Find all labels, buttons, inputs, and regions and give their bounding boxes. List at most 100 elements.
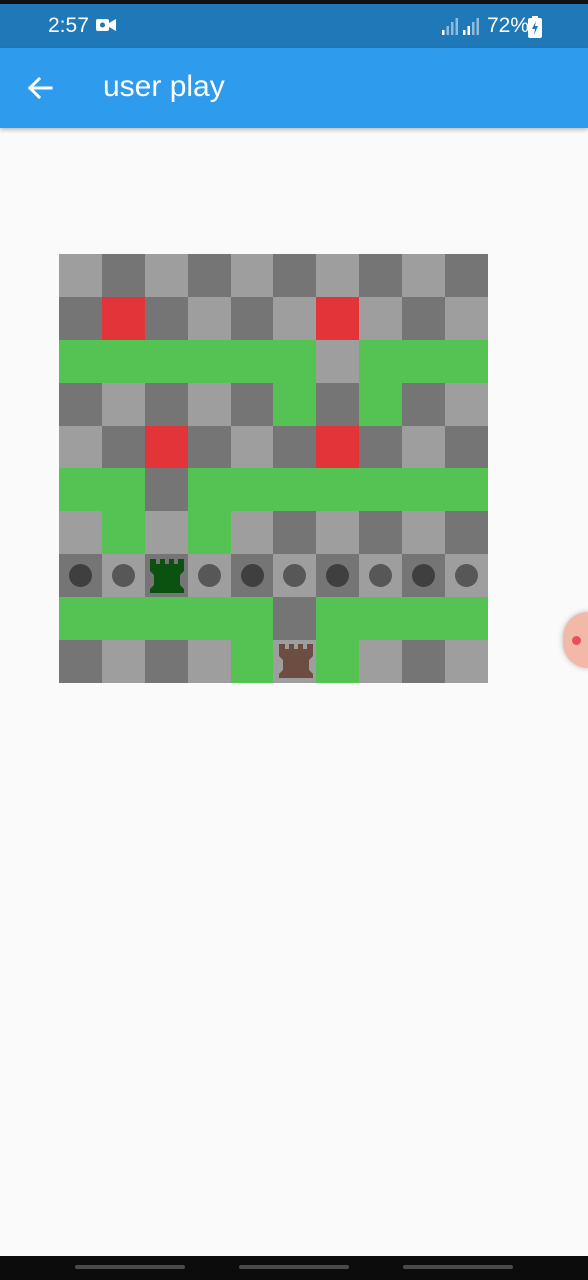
move-hint-dot[interactable] bbox=[111, 564, 135, 588]
board-cell[interactable] bbox=[101, 468, 145, 512]
board-cell[interactable] bbox=[187, 382, 231, 426]
green-rook-piece-icon[interactable] bbox=[147, 558, 185, 594]
board-cell[interactable] bbox=[230, 254, 274, 297]
back-button[interactable] bbox=[20, 68, 60, 108]
board-cell[interactable] bbox=[273, 296, 317, 340]
board-cell[interactable] bbox=[402, 468, 446, 512]
floating-bubble-button[interactable] bbox=[563, 612, 588, 668]
board-cell[interactable] bbox=[187, 425, 231, 469]
board-cell[interactable] bbox=[230, 597, 274, 641]
board-cell[interactable] bbox=[316, 296, 360, 340]
board-cell[interactable] bbox=[359, 468, 403, 512]
board-cell[interactable] bbox=[187, 468, 231, 512]
move-hint-dot[interactable] bbox=[326, 564, 350, 588]
board-cell[interactable] bbox=[359, 382, 403, 426]
board-cell[interactable] bbox=[445, 554, 488, 598]
board-cell[interactable] bbox=[230, 382, 274, 426]
board-cell[interactable] bbox=[359, 254, 403, 297]
board-cell[interactable] bbox=[445, 382, 488, 426]
board-cell[interactable] bbox=[59, 511, 102, 555]
board-cell[interactable] bbox=[402, 640, 446, 683]
board-cell[interactable] bbox=[316, 339, 360, 383]
board-cell[interactable] bbox=[230, 468, 274, 512]
board-cell[interactable] bbox=[101, 597, 145, 641]
board-cell[interactable] bbox=[230, 296, 274, 340]
board-cell[interactable] bbox=[316, 254, 360, 297]
board-cell[interactable] bbox=[144, 254, 188, 297]
board-cell[interactable] bbox=[187, 296, 231, 340]
board-cell[interactable] bbox=[273, 339, 317, 383]
move-hint-dot[interactable] bbox=[240, 564, 264, 588]
board-cell[interactable] bbox=[359, 511, 403, 555]
board-cell[interactable] bbox=[273, 554, 317, 598]
board-cell[interactable] bbox=[144, 425, 188, 469]
board-cell[interactable] bbox=[101, 640, 145, 683]
move-hint-dot[interactable] bbox=[68, 564, 92, 588]
board-cell[interactable] bbox=[101, 382, 145, 426]
board-cell[interactable] bbox=[230, 554, 274, 598]
board-cell[interactable] bbox=[402, 382, 446, 426]
board-cell[interactable] bbox=[144, 597, 188, 641]
board-cell[interactable] bbox=[230, 425, 274, 469]
board-cell[interactable] bbox=[316, 554, 360, 598]
board-cell[interactable] bbox=[230, 640, 274, 683]
board-cell[interactable] bbox=[144, 554, 188, 598]
board-cell[interactable] bbox=[359, 425, 403, 469]
board-cell[interactable] bbox=[359, 597, 403, 641]
board-cell[interactable] bbox=[359, 296, 403, 340]
nav-home-button[interactable] bbox=[239, 1265, 349, 1269]
board-cell[interactable] bbox=[144, 511, 188, 555]
board-cell[interactable] bbox=[59, 554, 102, 598]
board-cell[interactable] bbox=[59, 468, 102, 512]
board-cell[interactable] bbox=[187, 597, 231, 641]
nav-recents-button[interactable] bbox=[75, 1265, 185, 1269]
board-cell[interactable] bbox=[187, 254, 231, 297]
board-cell[interactable] bbox=[144, 339, 188, 383]
board-cell[interactable] bbox=[59, 339, 102, 383]
board-cell[interactable] bbox=[445, 425, 488, 469]
move-hint-dot[interactable] bbox=[283, 564, 307, 588]
move-hint-dot[interactable] bbox=[454, 564, 478, 588]
board-cell[interactable] bbox=[101, 511, 145, 555]
board-cell[interactable] bbox=[359, 554, 403, 598]
move-hint-dot[interactable] bbox=[369, 564, 393, 588]
board-cell[interactable] bbox=[59, 296, 102, 340]
board-cell[interactable] bbox=[445, 254, 488, 297]
board-cell[interactable] bbox=[59, 425, 102, 469]
board-cell[interactable] bbox=[101, 425, 145, 469]
board-cell[interactable] bbox=[402, 339, 446, 383]
board-cell[interactable] bbox=[273, 254, 317, 297]
move-hint-dot[interactable] bbox=[197, 564, 221, 588]
board-cell[interactable] bbox=[402, 296, 446, 340]
board-cell[interactable] bbox=[273, 597, 317, 641]
move-hint-dot[interactable] bbox=[412, 564, 436, 588]
board-cell[interactable] bbox=[445, 468, 488, 512]
board-cell[interactable] bbox=[101, 339, 145, 383]
board-cell[interactable] bbox=[187, 554, 231, 598]
board-cell[interactable] bbox=[273, 468, 317, 512]
board-cell[interactable] bbox=[144, 468, 188, 512]
board-cell[interactable] bbox=[187, 511, 231, 555]
board-cell[interactable] bbox=[316, 511, 360, 555]
board-cell[interactable] bbox=[445, 296, 488, 340]
board-cell[interactable] bbox=[144, 640, 188, 683]
board-cell[interactable] bbox=[316, 425, 360, 469]
board-cell[interactable] bbox=[445, 640, 488, 683]
board-cell[interactable] bbox=[230, 511, 274, 555]
board-cell[interactable] bbox=[402, 554, 446, 598]
board-cell[interactable] bbox=[273, 640, 317, 683]
board-cell[interactable] bbox=[59, 597, 102, 641]
board-cell[interactable] bbox=[101, 254, 145, 297]
board-cell[interactable] bbox=[273, 511, 317, 555]
board-cell[interactable] bbox=[273, 425, 317, 469]
board-cell[interactable] bbox=[144, 296, 188, 340]
board-cell[interactable] bbox=[445, 339, 488, 383]
board-cell[interactable] bbox=[59, 640, 102, 683]
board-cell[interactable] bbox=[144, 382, 188, 426]
board-cell[interactable] bbox=[59, 254, 102, 297]
board-cell[interactable] bbox=[402, 254, 446, 297]
board-cell[interactable] bbox=[59, 382, 102, 426]
board-cell[interactable] bbox=[445, 511, 488, 555]
board-cell[interactable] bbox=[316, 640, 360, 683]
board-cell[interactable] bbox=[230, 339, 274, 383]
